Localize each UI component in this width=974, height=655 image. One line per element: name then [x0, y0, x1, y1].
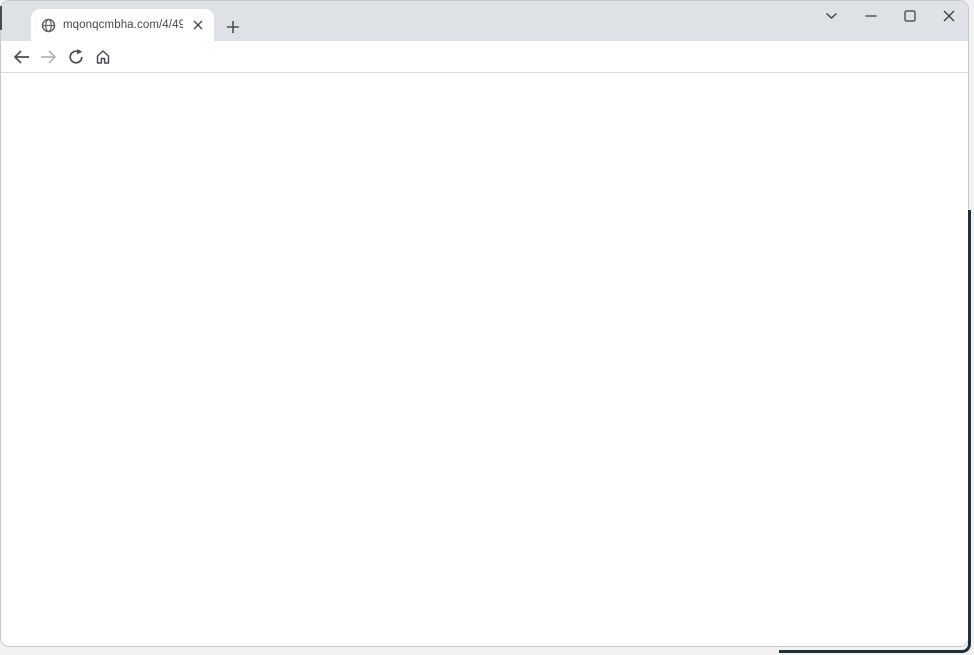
- minimize-icon: [865, 10, 877, 22]
- new-tab-button[interactable]: [221, 15, 245, 39]
- browser-window: mqonqcmbha.com/4/4948329: [0, 0, 969, 647]
- screenshot-stage: mqonqcmbha.com/4/4948329: [0, 0, 974, 655]
- forward-button[interactable]: [35, 43, 62, 70]
- window-controls: [812, 1, 968, 31]
- tab-search-chevron-button[interactable]: [812, 2, 851, 30]
- browser-toolbar: Not secure mqonqcmbha.com/4/4948329: [1, 41, 968, 110]
- window-close-button[interactable]: [929, 2, 968, 30]
- new-tab-plus-icon: [226, 20, 240, 34]
- globe-favicon-icon: [41, 18, 56, 33]
- home-button[interactable]: [89, 43, 116, 70]
- forward-arrow-icon: [40, 49, 57, 64]
- tab-title: mqonqcmbha.com/4/4948329: [63, 19, 183, 31]
- back-arrow-icon: [13, 49, 30, 64]
- reload-icon: [68, 48, 84, 65]
- back-button[interactable]: [8, 43, 35, 70]
- maximize-button[interactable]: [890, 2, 929, 30]
- tab-strip: mqonqcmbha.com/4/4948329: [1, 1, 968, 41]
- minimize-button[interactable]: [851, 2, 890, 30]
- page-content: [1, 74, 968, 646]
- browser-tab[interactable]: mqonqcmbha.com/4/4948329: [31, 9, 214, 41]
- close-icon: [943, 10, 955, 22]
- home-icon: [95, 49, 111, 65]
- maximize-icon: [903, 10, 916, 22]
- chevron-down-icon: [825, 12, 838, 20]
- reload-button[interactable]: [62, 43, 89, 70]
- tab-close-icon[interactable]: [190, 17, 206, 33]
- background-left-edge: [0, 6, 2, 30]
